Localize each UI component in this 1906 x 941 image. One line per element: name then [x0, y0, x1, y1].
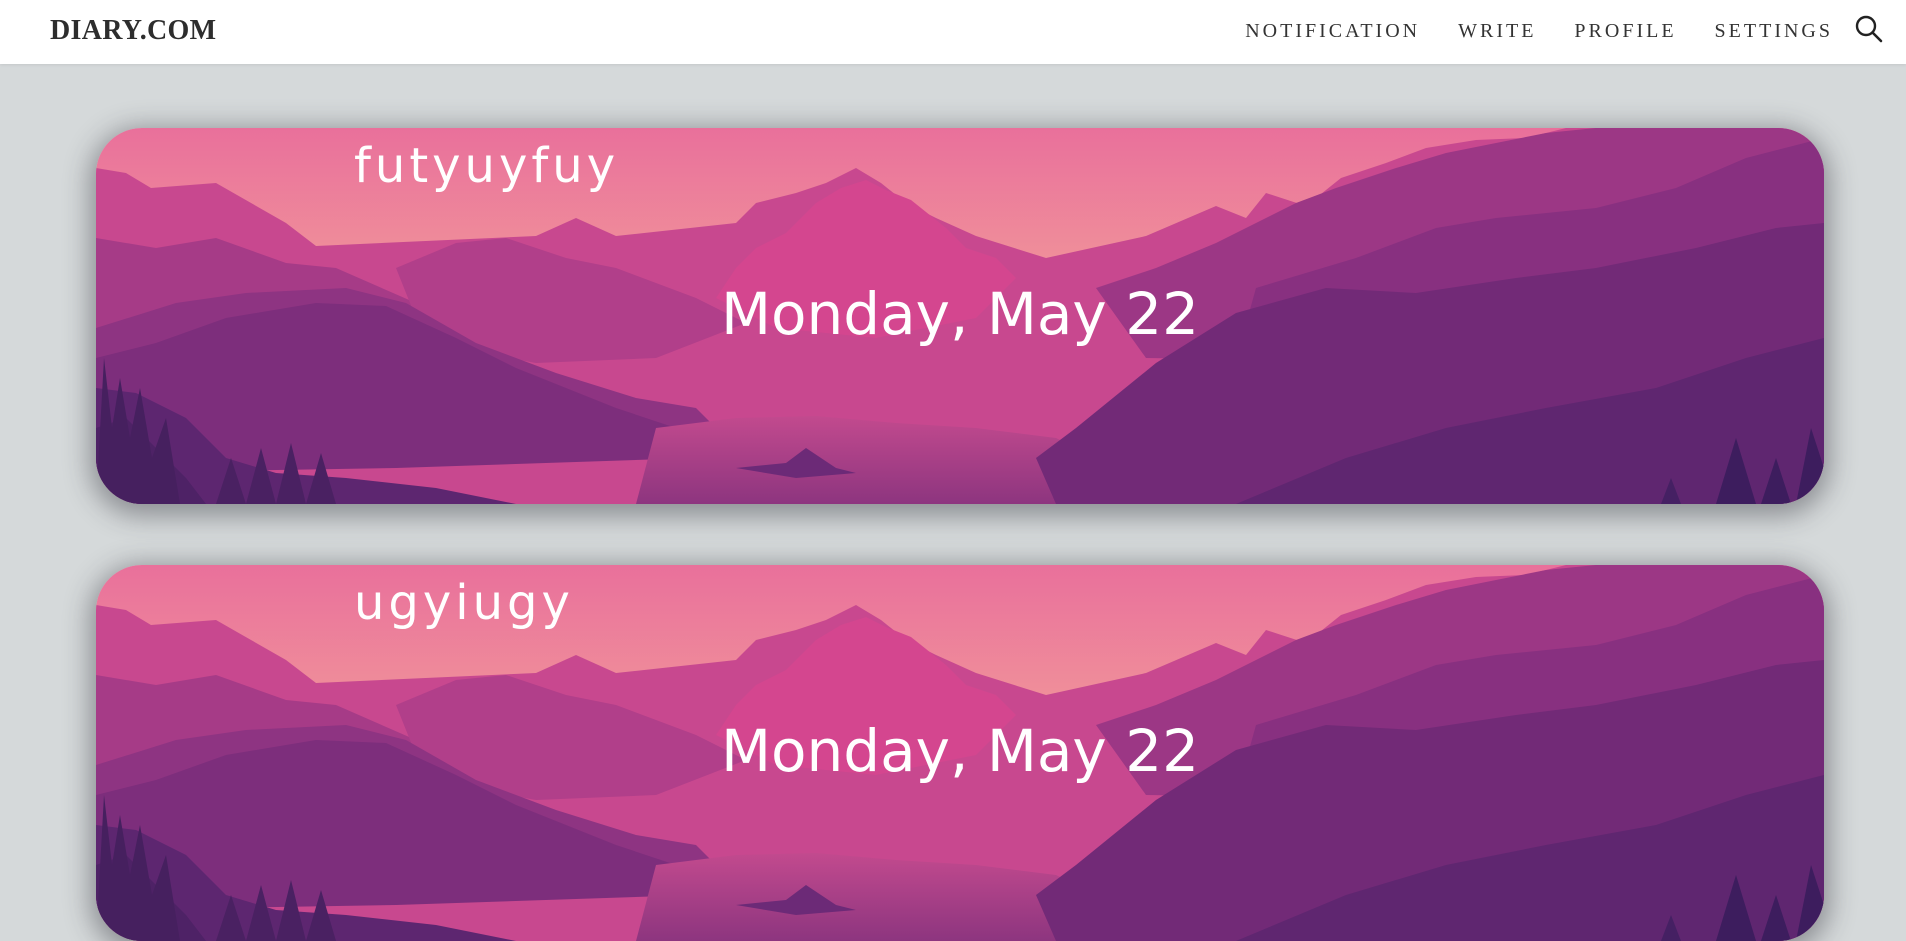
nav-profile[interactable]: PROFILE — [1574, 20, 1676, 43]
nav-write[interactable]: WRITE — [1458, 20, 1536, 43]
nav-notification[interactable]: NOTIFICATION — [1245, 20, 1420, 43]
diary-entry-card[interactable]: ugyiugy Monday, May 22 — [96, 565, 1824, 941]
diary-feed: futyuyfuy Monday, May 22 ugyiugy Monday,… — [0, 64, 1906, 941]
top-navbar: DIARY.COM NOTIFICATION WRITE PROFILE SET… — [0, 0, 1906, 64]
nav-settings[interactable]: SETTINGS — [1715, 20, 1833, 43]
entry-date: Monday, May 22 — [721, 280, 1199, 348]
diary-entry-card[interactable]: futyuyfuy Monday, May 22 — [96, 128, 1824, 504]
site-logo[interactable]: DIARY.COM — [50, 15, 216, 47]
entry-date: Monday, May 22 — [721, 717, 1199, 785]
nav-links: NOTIFICATION WRITE PROFILE SETTINGS — [1245, 20, 1833, 43]
entry-title: ugyiugy — [354, 575, 574, 631]
entry-title: futyuyfuy — [354, 138, 620, 194]
search-icon[interactable] — [1854, 14, 1884, 44]
